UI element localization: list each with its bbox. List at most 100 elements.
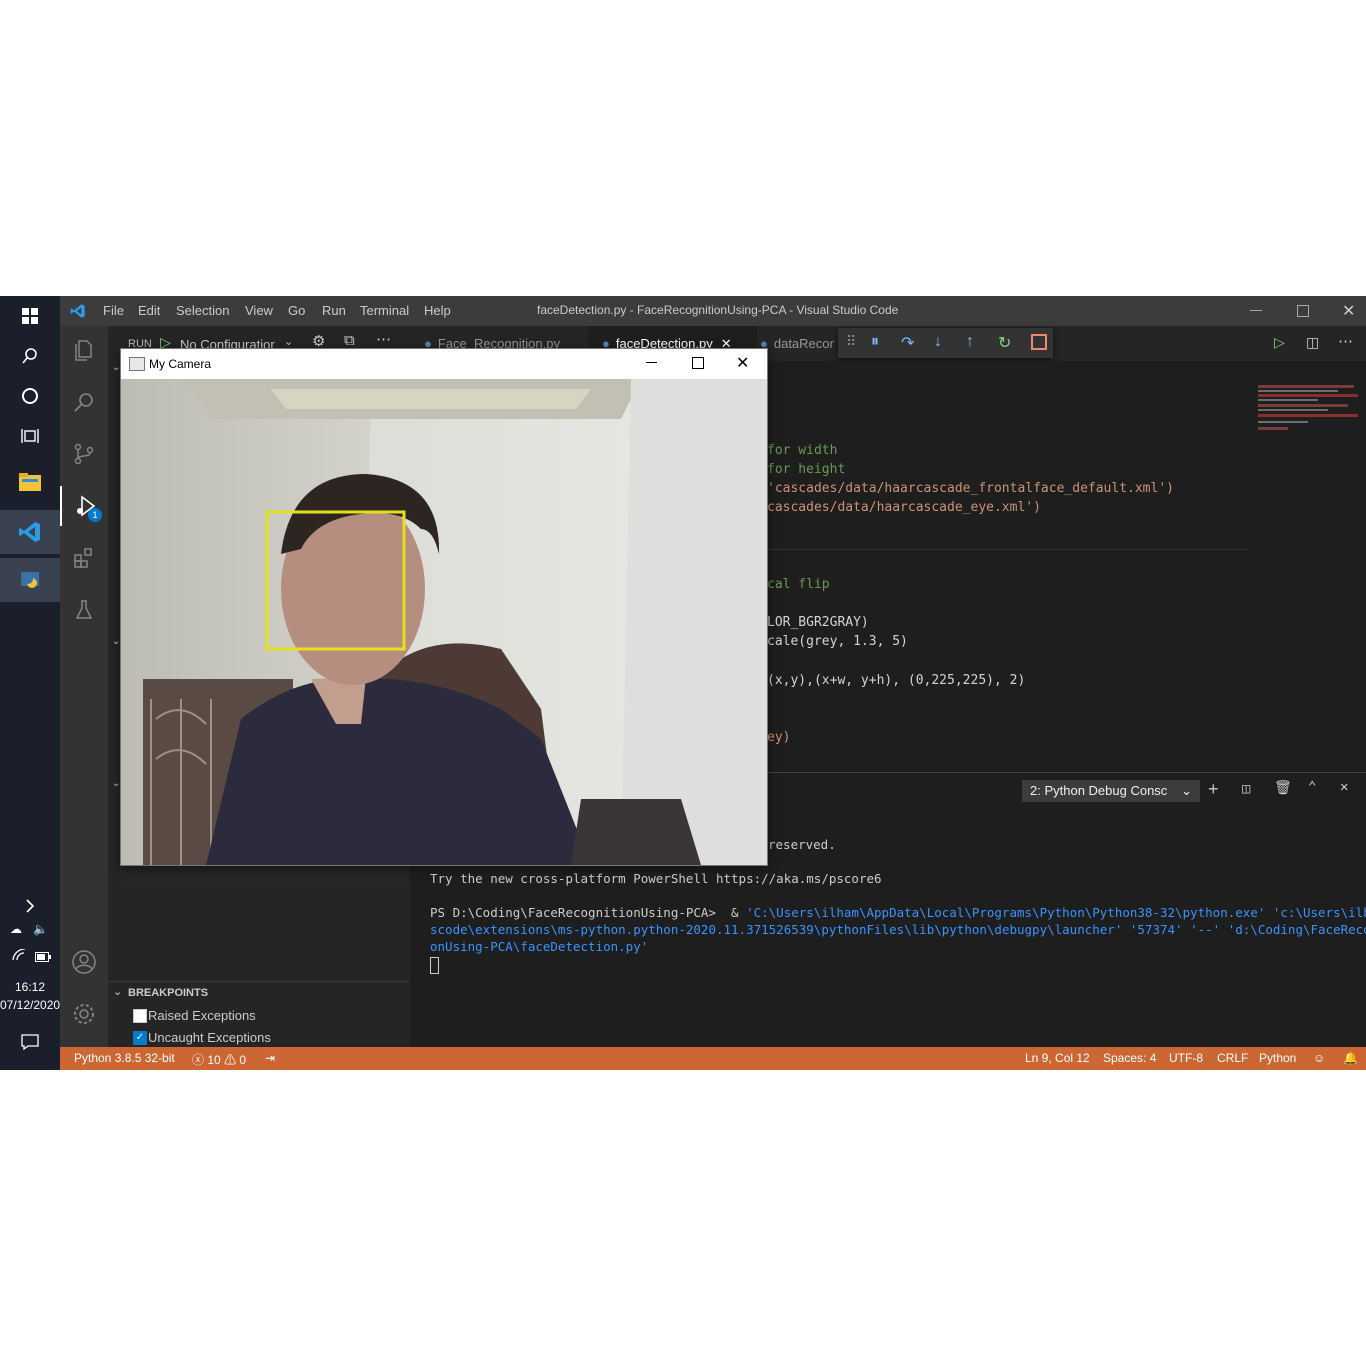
windows-taskbar: ☁ 🔈 16:12 07/12/2020 [0, 296, 60, 1070]
code-line: ey) [767, 730, 791, 745]
uncaught-exceptions-checkbox[interactable]: ✓ [133, 1031, 147, 1045]
testing-flask-icon[interactable] [60, 590, 108, 630]
windows-start-icon[interactable] [0, 296, 60, 336]
status-bar: Python 3.8.5 32-bit ⓧ 10 ⚠ 0 ⇥ Ln 9, Col… [60, 1047, 1366, 1070]
raised-exceptions-checkbox[interactable] [133, 1009, 147, 1023]
editor-more-icon[interactable]: ⋯ [1338, 332, 1353, 350]
camera-window-titlebar[interactable]: My Camera ✕ [121, 349, 767, 379]
menu-terminal[interactable]: Terminal [360, 303, 409, 318]
battery-icon[interactable] [35, 949, 51, 967]
code-line: (x,y),(x+w, y+h), (0,225,225), 2) [767, 673, 1026, 688]
minimize-icon[interactable] [1250, 310, 1262, 311]
taskbar-date[interactable]: 07/12/2020 [0, 998, 60, 1012]
console-line: scode\extensions\ms-python.python-2020.1… [430, 922, 1366, 937]
open-debug-console-icon[interactable]: ⧉ [344, 332, 355, 349]
camera-feed [121, 379, 767, 865]
language-mode[interactable]: Python [1259, 1051, 1296, 1065]
accounts-icon[interactable] [60, 942, 108, 982]
console-select[interactable]: 2: Python Debug Consc ⌄ [1022, 780, 1200, 802]
file-explorer-icon[interactable] [0, 462, 60, 502]
split-editor-icon[interactable]: ◫ [1306, 334, 1319, 351]
menu-file[interactable]: File [103, 303, 124, 318]
menu-run[interactable]: Run [322, 303, 346, 318]
vscode-taskbar-icon[interactable] [0, 510, 60, 554]
code-line: for height [767, 462, 846, 477]
extensions-icon[interactable] [60, 538, 108, 578]
code-line: cal flip [767, 577, 830, 592]
step-over-icon[interactable]: ↷ [901, 333, 914, 353]
terminal-cursor[interactable] [430, 957, 439, 974]
drag-handle-icon[interactable]: ⠿ [846, 333, 856, 350]
stop-icon[interactable] [1031, 334, 1047, 350]
menu-go[interactable]: Go [288, 303, 305, 318]
menu-selection[interactable]: Selection [176, 303, 229, 318]
chevron-down-icon: ⌄ [1181, 783, 1192, 798]
menu-help[interactable]: Help [424, 303, 451, 318]
maximize-panel-icon[interactable]: ⌃ [1308, 779, 1316, 795]
menu-edit[interactable]: Edit [138, 303, 160, 318]
task-view-icon[interactable] [0, 416, 60, 456]
step-into-icon[interactable]: ↓ [934, 333, 942, 351]
split-terminal-icon[interactable]: ◫ [1242, 781, 1250, 797]
console-line: PS D:\Coding\FaceRecognitionUsing-PCA> &… [430, 905, 1366, 920]
camera-window-title: My Camera [149, 357, 212, 371]
code-line: 'cascades/data/haarcascade_frontalface_d… [767, 481, 1174, 496]
wifi-icon[interactable] [12, 948, 26, 966]
close-panel-icon[interactable]: ✕ [1340, 779, 1348, 795]
pause-icon[interactable]: ⏸ [871, 333, 879, 351]
breakpoints-header[interactable]: BREAKPOINTS [128, 987, 208, 999]
run-debug-icon[interactable]: 1 [60, 486, 108, 526]
desktop-screen: ☁ 🔈 16:12 07/12/2020 File Edit Selection… [0, 296, 1366, 1070]
more-actions-icon[interactable]: ⋯ [376, 330, 391, 348]
breakpoints-chevron-icon[interactable]: ⌄ [113, 985, 122, 998]
python-interpreter[interactable]: Python 3.8.5 32-bit [74, 1051, 175, 1065]
run-file-icon[interactable]: ▷ [1274, 334, 1285, 351]
error-icon: ⓧ [192, 1053, 205, 1067]
chevron-down-icon: ⌄ [284, 336, 294, 348]
explorer-icon[interactable] [60, 330, 108, 370]
restore-icon[interactable] [1297, 305, 1309, 317]
live-share-icon[interactable]: ⇥ [265, 1051, 275, 1065]
restart-icon[interactable]: ↻ [998, 333, 1011, 353]
close-icon[interactable]: ✕ [736, 353, 749, 373]
onedrive-icon[interactable]: ☁ [10, 922, 22, 936]
line-endings[interactable]: CRLF [1217, 1051, 1248, 1065]
settings-gear-icon[interactable] [60, 994, 108, 1034]
action-center-icon[interactable] [0, 1022, 60, 1062]
camera-window: My Camera ✕ [120, 348, 768, 866]
encoding[interactable]: UTF-8 [1169, 1051, 1203, 1065]
console-line: onUsing-PCA\faceDetection.py' [430, 939, 649, 954]
minimap[interactable] [1258, 381, 1358, 433]
close-icon[interactable]: ✕ [1342, 301, 1355, 321]
problems-indicator[interactable]: ⓧ 10 ⚠ 0 [192, 1051, 246, 1068]
volume-icon[interactable]: 🔈 [33, 922, 48, 936]
source-control-icon[interactable] [60, 434, 108, 474]
vscode-title-bar: File Edit Selection View Go Run Terminal… [60, 296, 1366, 326]
new-terminal-icon[interactable]: + [1208, 779, 1219, 800]
app-icon [129, 357, 145, 371]
cortana-icon[interactable] [0, 376, 60, 416]
python-taskbar-icon[interactable] [0, 558, 60, 602]
debug-toolbar: ⠿ ⏸ ↷ ↓ ↑ ↻ [838, 328, 1053, 358]
feedback-icon[interactable]: ☺ [1313, 1051, 1325, 1065]
trash-icon[interactable]: 🗑 [1274, 780, 1292, 796]
indentation[interactable]: Spaces: 4 [1103, 1051, 1156, 1065]
cursor-position[interactable]: Ln 9, Col 12 [1025, 1051, 1090, 1065]
code-line: for width [767, 443, 838, 458]
divider [108, 981, 410, 982]
taskbar-clock[interactable]: 16:12 [0, 980, 60, 994]
minimize-icon[interactable] [646, 362, 657, 363]
menu-view[interactable]: View [245, 303, 273, 318]
raised-exceptions-label: Raised Exceptions [148, 1008, 256, 1023]
console-line: reserved. [768, 837, 836, 852]
debug-badge: 1 [88, 508, 102, 522]
step-out-icon[interactable]: ↑ [966, 333, 974, 351]
code-line: LOR_BGR2GRAY) [767, 615, 869, 630]
code-line: cale(grey, 1.3, 5) [767, 634, 908, 649]
notifications-bell-icon[interactable]: 🔔 [1343, 1051, 1358, 1065]
maximize-icon[interactable] [692, 357, 704, 369]
search-icon[interactable] [0, 336, 60, 376]
console-line: Try the new cross-platform PowerShell ht… [430, 871, 882, 886]
search-view-icon[interactable] [60, 382, 108, 422]
show-hidden-icons-chevron-icon[interactable] [0, 886, 60, 926]
